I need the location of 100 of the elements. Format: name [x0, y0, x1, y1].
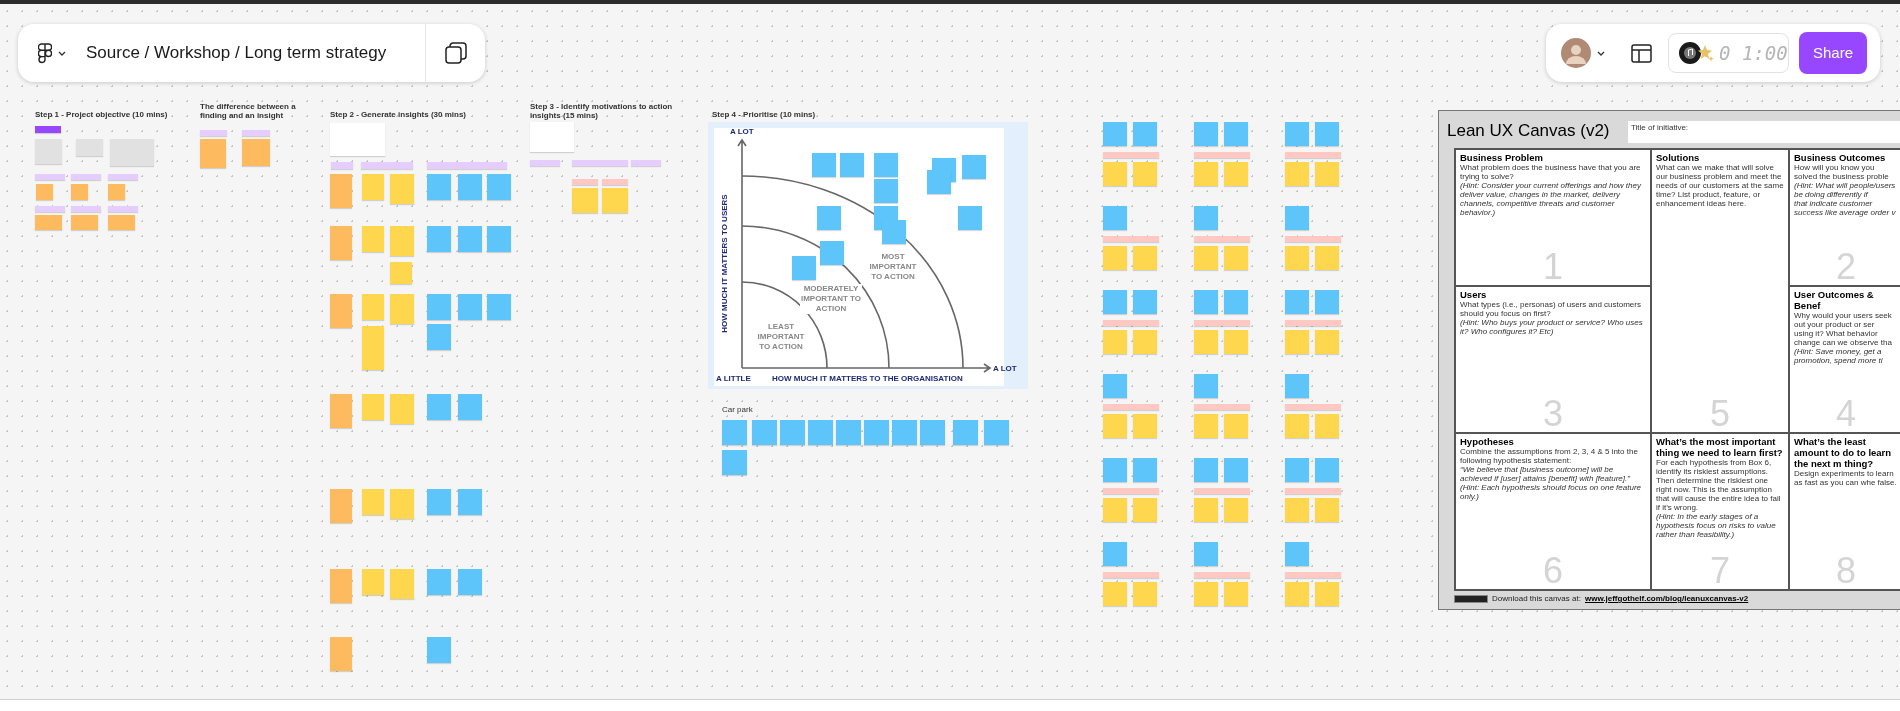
- sticky-note: [427, 174, 451, 200]
- sticky-note: [390, 569, 414, 599]
- label-sticky: [572, 179, 598, 185]
- label-sticky: [331, 162, 353, 169]
- label-sticky: [108, 206, 138, 212]
- box-description: (Hint: Who buys your product or service? Who uses it? Who configures it? Etc): [1460, 318, 1644, 336]
- label-sticky: [1103, 404, 1159, 410]
- sticky-note: [722, 450, 747, 475]
- sticky-note: [1224, 330, 1248, 354]
- sticky-note: [1133, 246, 1157, 270]
- label-sticky: [1103, 488, 1159, 494]
- sticky-note: [427, 489, 451, 515]
- sticky-note: [1194, 542, 1218, 566]
- sticky-note: [1224, 414, 1248, 438]
- label-sticky: [1103, 572, 1159, 578]
- sticky-note: [1194, 582, 1218, 606]
- sticky-note: [427, 394, 451, 420]
- label-sticky: [1285, 152, 1341, 158]
- sticky-note: [1315, 122, 1339, 146]
- box-description: (Hint: Consider your current offerings and how they deliver value, changes in the market, delivery channels, competitive threats and customer behavior.): [1460, 181, 1642, 217]
- section-title: Step 2 - Generate insights (30 mins): [330, 110, 468, 119]
- sticky-note: [427, 569, 451, 595]
- sticky-note: [1194, 206, 1218, 230]
- label-sticky: [35, 126, 61, 133]
- sticky-note: [1224, 582, 1248, 606]
- box-heading: Hypotheses: [1460, 436, 1515, 447]
- sticky-note: [1224, 246, 1248, 270]
- sticky-note: [1285, 206, 1309, 230]
- sticky-note: [1315, 246, 1339, 270]
- axis-label: A LOT: [993, 364, 1017, 373]
- share-button[interactable]: Share: [1799, 32, 1867, 74]
- sticky-note: [1103, 582, 1127, 606]
- sticky-note: [1224, 290, 1248, 314]
- sticky-note: [1133, 290, 1157, 314]
- sticky-note: [1103, 206, 1127, 230]
- sticky-note: [362, 489, 384, 515]
- sticky-note: [780, 420, 805, 445]
- document-thumbnail: [330, 123, 385, 156]
- sticky-note: [920, 420, 945, 445]
- sticky-note: [1315, 162, 1339, 186]
- figma-logo-icon: [38, 42, 52, 64]
- label-sticky: [1103, 320, 1159, 326]
- sticky-note: [817, 206, 841, 230]
- sticky-note: [71, 184, 88, 200]
- sticky-note: [1194, 290, 1218, 314]
- box-description: using it? What behavior change can we observe tha: [1794, 329, 1893, 347]
- sticky-note: [1194, 330, 1218, 354]
- sticky-note: [390, 174, 414, 204]
- sticky-note: [953, 420, 978, 445]
- label-sticky: [35, 174, 65, 180]
- sticky-note: [1103, 122, 1127, 146]
- label-sticky: [1194, 152, 1250, 158]
- sticky-note: [362, 394, 384, 420]
- sticky-note: [330, 569, 352, 603]
- sticky-note: [1133, 414, 1157, 438]
- sticky-note: [427, 637, 451, 663]
- sticky-note: [1103, 458, 1127, 482]
- sticky-note: [1194, 122, 1218, 146]
- sticky-note: [35, 215, 62, 230]
- sticky-note: [1224, 122, 1248, 146]
- box-heading: Business Outcomes: [1794, 152, 1887, 163]
- label-sticky: [71, 206, 101, 212]
- sticky-note: [458, 226, 482, 252]
- label-sticky: [71, 174, 101, 180]
- sticky-note: [1103, 414, 1127, 438]
- sticky-note: [1285, 414, 1309, 438]
- sticky-note: [330, 226, 352, 260]
- sticky-note: [362, 569, 384, 595]
- section-title: Step 1 - Project objective (10 mins): [35, 110, 169, 119]
- sticky-note: [1194, 458, 1218, 482]
- sticky-note: [390, 226, 414, 256]
- download-link[interactable]: www.jeffgothelf.com/blog/leanuxcanvas-v2: [1584, 593, 1749, 605]
- label-sticky: [631, 160, 661, 166]
- sticky-note: [1103, 246, 1127, 270]
- box-heading: Users: [1460, 289, 1488, 300]
- sticky-note: [1285, 458, 1309, 482]
- label-sticky: [1194, 236, 1250, 242]
- box-heading: Business Problem: [1460, 152, 1544, 163]
- canvas-title: Lean UX Canvas (v2): [1447, 120, 1610, 142]
- sticky-note: [752, 420, 777, 445]
- sticky-note: [1224, 162, 1248, 186]
- sticky-note: [1194, 498, 1218, 522]
- sticky-note: [390, 394, 414, 424]
- sticky-note: [1103, 290, 1127, 314]
- sticky-note: [362, 326, 384, 370]
- pages-icon[interactable]: [444, 42, 467, 64]
- user-menu-button[interactable]: [1561, 38, 1605, 68]
- sticky-note: [602, 188, 628, 213]
- sticky-note: [362, 174, 384, 200]
- sticky-note: [962, 155, 986, 179]
- sticky-note: [1194, 374, 1218, 398]
- label-sticky: [1194, 320, 1250, 326]
- sticky-note: [458, 489, 482, 515]
- layout-icon[interactable]: [1631, 43, 1652, 63]
- sticky-note: [427, 294, 451, 320]
- sticky-note: [427, 324, 451, 350]
- sticky-note: [808, 420, 833, 445]
- sticky-note: [1315, 330, 1339, 354]
- sticky-note: [1285, 246, 1309, 270]
- sticky-note: [390, 489, 414, 519]
